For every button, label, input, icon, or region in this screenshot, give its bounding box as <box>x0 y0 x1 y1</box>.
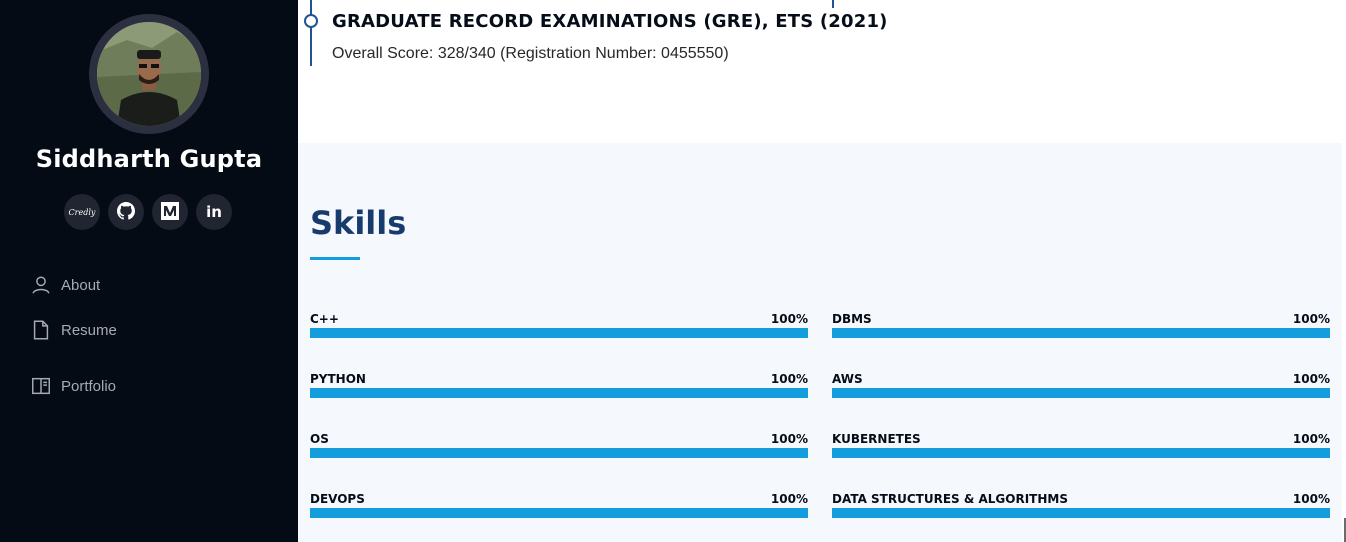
skill-item: DEVOPS 100% <box>310 492 808 532</box>
skill-name: C++ <box>310 312 339 326</box>
nav-item-portfolio[interactable]: Portfolio <box>30 358 270 414</box>
skill-item: OS 100% <box>310 432 808 472</box>
skill-progress-fill <box>832 448 1330 458</box>
skill-percent: 100% <box>770 372 808 386</box>
skill-item: KUBERNETES 100% <box>832 432 1330 472</box>
sidebar: Siddharth Gupta Credly in About Resume P… <box>0 0 298 542</box>
skill-progress-fill <box>310 508 808 518</box>
skill-progress-bar <box>832 328 1330 338</box>
skill-progress-bar <box>832 508 1330 518</box>
skill-name: PYTHON <box>310 372 366 386</box>
resume-item-title: GRADUATE RECORD EXAMINATIONS (GRE), ETS … <box>332 11 888 32</box>
github-icon <box>117 201 135 223</box>
resume-item-description: Overall Score: 328/340 (Registration Num… <box>332 45 729 62</box>
github-link[interactable] <box>108 194 144 230</box>
skill-percent: 100% <box>770 432 808 446</box>
skill-name: OS <box>310 432 329 446</box>
skill-name: AWS <box>832 372 863 386</box>
nav-label-about: About <box>61 276 101 294</box>
skill-percent: 100% <box>770 312 808 326</box>
linkedin-icon: in <box>206 203 222 221</box>
skill-progress-bar <box>310 388 808 398</box>
skill-percent: 100% <box>770 492 808 506</box>
skill-progress-bar <box>832 388 1330 398</box>
medium-link[interactable] <box>152 194 188 230</box>
skill-name: DBMS <box>832 312 872 326</box>
credly-link[interactable]: Credly <box>64 194 100 230</box>
skill-progress-fill <box>310 388 808 398</box>
skills-section: Skills C++ 100% DBMS 100% PYTHON 100% AWS 100% O… <box>298 143 1342 542</box>
skill-progress-fill <box>832 508 1330 518</box>
profile-photo <box>97 22 201 126</box>
skill-percent: 100% <box>1292 312 1330 326</box>
section-title: Skills <box>310 204 407 242</box>
skill-item: AWS 100% <box>832 372 1330 412</box>
skill-name: DEVOPS <box>310 492 365 506</box>
skill-progress-bar <box>310 448 808 458</box>
skill-progress-fill <box>832 328 1330 338</box>
book-icon <box>30 375 52 397</box>
skill-name: DATA STRUCTURES & ALGORITHMS <box>832 492 1068 506</box>
nav-item-resume[interactable]: Resume <box>30 302 270 358</box>
skill-progress-fill <box>310 448 808 458</box>
skill-item: DATA STRUCTURES & ALGORITHMS 100% <box>832 492 1330 532</box>
timeline-line-right <box>832 0 834 8</box>
skill-percent: 100% <box>1292 492 1330 506</box>
profile-name: Siddharth Gupta <box>35 145 263 173</box>
skill-item: DBMS 100% <box>832 312 1330 352</box>
medium-icon <box>161 201 179 223</box>
timeline-line <box>310 0 312 66</box>
avatar <box>89 14 209 134</box>
person-icon <box>30 274 52 296</box>
skill-percent: 100% <box>1292 432 1330 446</box>
timeline-dot <box>304 14 318 28</box>
skill-item: C++ 100% <box>310 312 808 352</box>
main-content: GRADUATE RECORD EXAMINATIONS (GRE), ETS … <box>298 0 1346 542</box>
file-icon <box>30 319 52 341</box>
nav-label-portfolio: Portfolio <box>61 377 117 395</box>
credly-icon: Credly <box>68 207 96 217</box>
skill-progress-bar <box>310 508 808 518</box>
skill-percent: 100% <box>1292 372 1330 386</box>
skill-progress-fill <box>832 388 1330 398</box>
nav-menu: About Resume Portfolio <box>30 268 270 414</box>
skill-name: KUBERNETES <box>832 432 921 446</box>
social-links: Credly in <box>64 194 232 230</box>
resume-section: GRADUATE RECORD EXAMINATIONS (GRE), ETS … <box>298 0 1342 143</box>
nav-label-resume: Resume <box>61 321 117 339</box>
linkedin-link[interactable]: in <box>196 194 232 230</box>
skill-item: PYTHON 100% <box>310 372 808 412</box>
section-title-underline <box>310 257 360 260</box>
nav-item-about[interactable]: About <box>30 268 270 302</box>
skill-progress-fill <box>310 328 808 338</box>
skill-progress-bar <box>310 328 808 338</box>
skill-progress-bar <box>832 448 1330 458</box>
